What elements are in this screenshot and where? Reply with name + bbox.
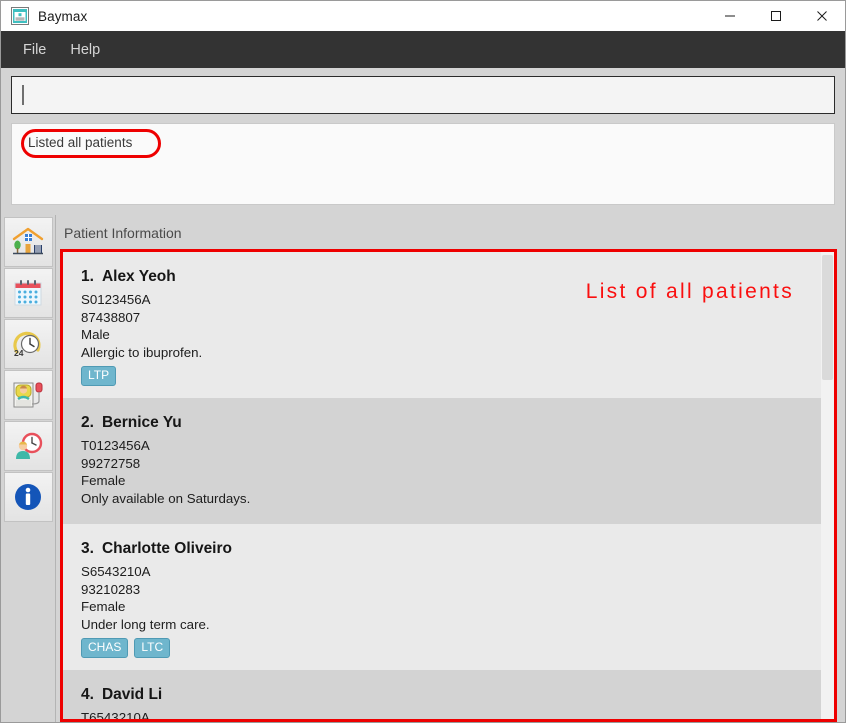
menu-item-file[interactable]: File: [13, 39, 56, 61]
patient-tags: CHAS LTC: [81, 638, 803, 658]
patient-tag[interactable]: LTC: [134, 638, 171, 658]
patient-index: 1.: [81, 268, 94, 285]
list-item[interactable]: 4. David Li T6543210A: [63, 670, 821, 719]
sidebar-item-24h[interactable]: 24: [3, 319, 53, 369]
patient-title: 4. David Li: [81, 686, 803, 704]
svg-text:24: 24: [14, 348, 24, 358]
calendar-icon: [11, 277, 45, 309]
scrollbar-thumb[interactable]: [822, 255, 833, 380]
staff-schedule-icon: [11, 430, 45, 462]
patient-name: Bernice Yu: [101, 414, 182, 431]
close-icon[interactable]: [799, 1, 845, 31]
patient-nric: S6543210A: [81, 564, 151, 579]
sidebar: 24: [1, 215, 56, 722]
home-icon: [11, 226, 45, 258]
result-display-panel: Listed all patients: [11, 123, 835, 205]
clock-24h-icon: 24: [11, 328, 45, 360]
patient-index: 2.: [81, 414, 94, 431]
menu-bar: File Help: [1, 31, 845, 68]
patient-remark: Allergic to ibuprofen.: [81, 344, 203, 360]
patient-nric: S0123456A: [81, 292, 151, 307]
patient-name: David Li: [101, 686, 163, 703]
patient-list[interactable]: 1. Alex Yeoh S0123456A 87438807 Male Alle…: [63, 252, 821, 719]
window-title: Baymax: [38, 8, 88, 24]
patient-title: 2. Bernice Yu: [81, 414, 803, 432]
sidebar-item-home[interactable]: [3, 217, 53, 267]
patient-gender: Female: [81, 473, 126, 488]
menu-item-help[interactable]: Help: [60, 39, 110, 61]
patient-tags: LTP: [81, 366, 803, 386]
patient-title: 1. Alex Yeoh: [81, 268, 803, 286]
window-controls: [707, 1, 845, 31]
body-area: 24 Patient Information 1. Alex Yeoh S012…: [1, 215, 845, 722]
patient-index: 3.: [81, 540, 94, 557]
patient-name: Alex Yeoh: [101, 268, 176, 285]
page-title: Patient Information: [64, 225, 182, 241]
patient-tag[interactable]: LTP: [81, 366, 117, 386]
list-item[interactable]: 3. Charlotte Oliveiro S6543210A 93210283 …: [63, 524, 821, 670]
calendar-app-icon: [11, 7, 29, 25]
sidebar-item-patient[interactable]: [3, 370, 53, 420]
vertical-scrollbar[interactable]: [821, 252, 834, 719]
app-window: Baymax File Help Listed all patients 24 …: [0, 0, 846, 723]
minimize-icon[interactable]: [707, 1, 753, 31]
text-caret: [22, 85, 24, 105]
sidebar-item-schedule[interactable]: [3, 421, 53, 471]
title-bar: Baymax: [1, 1, 845, 31]
list-item[interactable]: 1. Alex Yeoh S0123456A 87438807 Male Alle…: [63, 252, 821, 398]
patient-list-frame: 1. Alex Yeoh S0123456A 87438807 Male Alle…: [60, 249, 837, 722]
patient-nric: T0123456A: [81, 438, 150, 453]
patient-remark: Only available on Saturdays.: [81, 490, 251, 506]
patient-phone: 93210283: [81, 581, 141, 597]
result-message: Listed all patients: [28, 135, 133, 150]
patient-remark: Under long term care.: [81, 616, 210, 632]
patient-drip-icon: [11, 379, 45, 411]
patient-name: Charlotte Oliveiro: [101, 540, 232, 557]
main-panel: Patient Information 1. Alex Yeoh S0123456…: [56, 215, 845, 722]
sidebar-item-calendar[interactable]: [3, 268, 53, 318]
patient-phone: 87438807: [81, 309, 141, 325]
patient-gender: Male: [81, 327, 110, 342]
patient-gender: Female: [81, 599, 126, 614]
patient-index: 4.: [81, 686, 94, 703]
info-icon: [11, 481, 45, 513]
top-pane: Listed all patients: [1, 68, 845, 205]
command-input[interactable]: [11, 76, 835, 114]
list-item[interactable]: 2. Bernice Yu T0123456A 99272758 Female O…: [63, 398, 821, 524]
patient-phone: 99272758: [81, 455, 141, 471]
sidebar-item-info[interactable]: [3, 472, 53, 522]
patient-nric: T6543210A: [81, 710, 150, 719]
patient-title: 3. Charlotte Oliveiro: [81, 540, 803, 558]
patient-tag[interactable]: CHAS: [81, 638, 129, 658]
maximize-icon[interactable]: [753, 1, 799, 31]
